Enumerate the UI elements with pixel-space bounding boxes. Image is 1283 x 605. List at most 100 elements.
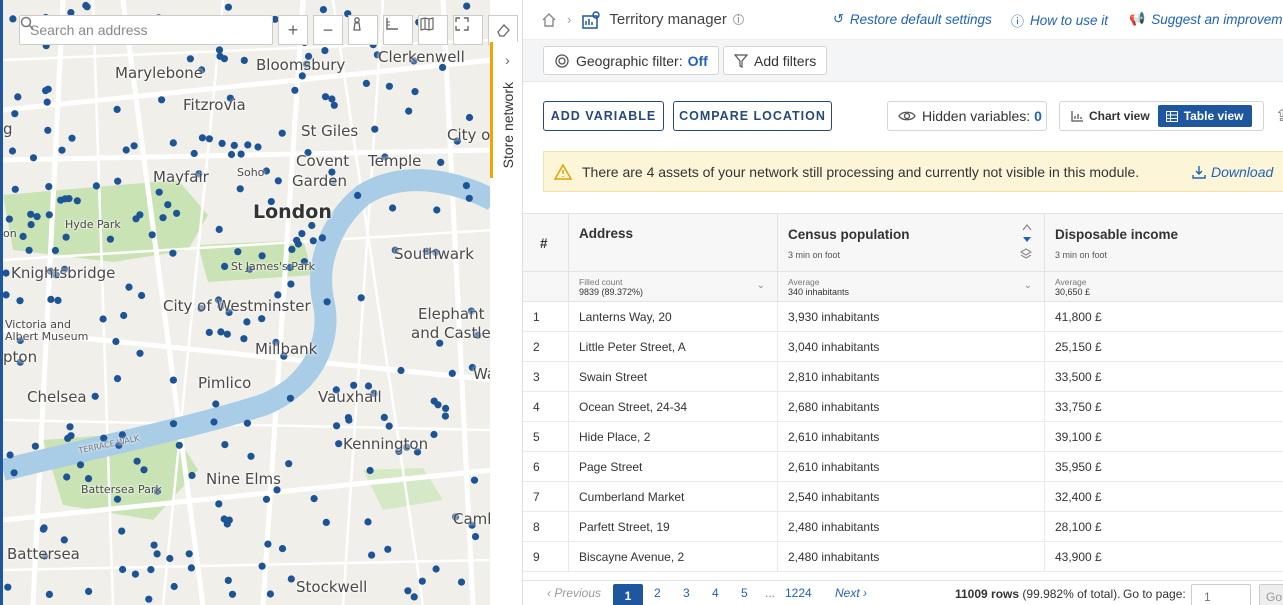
store-marker[interactable] [223, 330, 231, 338]
store-marker[interactable] [215, 500, 223, 508]
store-marker[interactable] [10, 469, 18, 477]
page-3-button[interactable]: 3 [683, 586, 690, 600]
store-marker[interactable] [430, 430, 438, 439]
table-row[interactable]: 7 Cumberland Market 2,540 inhabitants 32,40… [523, 482, 1283, 512]
store-marker[interactable] [43, 98, 51, 106]
summary-census[interactable]: Average 340 inhabitants ⌄ [778, 272, 1045, 301]
store-marker[interactable] [6, 451, 14, 459]
store-marker[interactable] [66, 423, 74, 431]
store-marker[interactable] [153, 550, 161, 558]
store-marker[interactable] [57, 196, 65, 204]
summary-address[interactable]: Filled count 9839 (89.372%) ⌄ [569, 272, 778, 301]
store-marker[interactable] [186, 55, 194, 63]
store-marker[interactable] [258, 252, 266, 260]
store-marker[interactable] [321, 93, 330, 101]
store-marker[interactable] [159, 214, 167, 222]
store-marker[interactable] [8, 147, 17, 155]
store-marker[interactable] [120, 311, 128, 320]
store-marker[interactable] [119, 565, 127, 574]
table-row[interactable]: 3 Swain Street 2,810 inhabitants 33,500 £ [523, 362, 1283, 392]
store-marker[interactable] [136, 211, 144, 219]
store-marker[interactable] [287, 575, 295, 583]
store-marker[interactable] [118, 527, 126, 535]
store-marker[interactable] [471, 533, 480, 541]
store-marker[interactable] [442, 404, 450, 412]
restore-defaults-link[interactable]: ↺ Restore default settings [833, 11, 992, 27]
store-marker[interactable] [465, 113, 474, 122]
store-marker[interactable] [357, 294, 365, 302]
store-marker[interactable] [113, 375, 122, 383]
store-marker[interactable] [147, 566, 155, 574]
store-marker[interactable] [463, 2, 471, 10]
store-marker[interactable] [198, 134, 206, 142]
store-marker[interactable] [45, 211, 53, 219]
store-marker[interactable] [237, 150, 245, 158]
store-marker[interactable] [215, 46, 224, 54]
store-marker[interactable] [286, 394, 294, 402]
store-marker[interactable] [45, 590, 54, 599]
store-marker[interactable] [217, 328, 225, 336]
store-marker[interactable] [318, 234, 326, 242]
store-marker[interactable] [27, 210, 35, 218]
store-marker[interactable] [278, 129, 286, 137]
store-marker[interactable] [293, 236, 301, 244]
store-marker[interactable] [310, 495, 318, 503]
store-marker[interactable] [166, 554, 174, 563]
store-marker[interactable] [62, 233, 70, 241]
store-marker[interactable] [5, 215, 13, 223]
compare-location-button[interactable]: COMPARE LOCATION [673, 101, 832, 131]
store-marker[interactable] [371, 125, 379, 133]
store-marker[interactable] [112, 337, 120, 346]
page-2-button[interactable]: 2 [654, 586, 661, 600]
store-marker[interactable] [67, 432, 75, 440]
map-search-input[interactable]: Search an address [19, 15, 273, 45]
store-marker[interactable] [366, 466, 374, 475]
store-marker[interactable] [3, 291, 10, 299]
store-marker[interactable] [368, 551, 376, 559]
store-marker[interactable] [210, 418, 218, 426]
store-marker[interactable] [243, 318, 251, 326]
store-marker[interactable] [244, 141, 252, 149]
store-marker[interactable] [462, 182, 470, 190]
store-marker[interactable] [130, 142, 138, 150]
store-marker[interactable] [430, 397, 438, 405]
download-link[interactable]: Download [1192, 164, 1273, 180]
store-marker[interactable] [148, 231, 156, 239]
store-marker[interactable] [60, 536, 68, 544]
store-marker[interactable] [278, 545, 287, 553]
store-marker[interactable] [169, 376, 177, 384]
store-marker[interactable] [240, 335, 248, 343]
store-marker[interactable] [114, 177, 122, 185]
how-to-use-link[interactable]: ⓘ How to use it [1011, 11, 1108, 30]
store-marker[interactable] [411, 88, 419, 96]
store-marker[interactable] [364, 518, 372, 526]
store-marker[interactable] [44, 126, 52, 134]
store-marker[interactable] [173, 209, 181, 217]
chevron-down-icon[interactable]: ⌄ [1024, 280, 1032, 291]
store-marker[interactable] [230, 141, 238, 149]
last-page-button[interactable]: 1224 [785, 586, 812, 600]
store-marker[interactable] [385, 422, 393, 430]
store-marker[interactable] [170, 582, 178, 591]
store-marker[interactable] [243, 419, 251, 427]
store-marker[interactable] [470, 476, 479, 484]
store-marker[interactable] [185, 550, 193, 558]
store-marker[interactable] [9, 15, 17, 23]
store-marker[interactable] [205, 328, 213, 336]
table-row[interactable]: 1 Lanterns Way, 20 3,930 inhabitants 41,800… [523, 302, 1283, 332]
store-marker[interactable] [385, 82, 393, 90]
store-marker[interactable] [254, 143, 262, 151]
header-census-population[interactable]: Census population 3 min on foot [778, 214, 1045, 271]
store-marker[interactable] [138, 291, 146, 300]
store-marker[interactable] [158, 96, 166, 104]
store-marker[interactable] [309, 237, 317, 245]
store-marker[interactable] [150, 541, 158, 549]
store-marker[interactable] [247, 452, 255, 460]
store-marker[interactable] [433, 206, 441, 214]
store-marker[interactable] [330, 101, 338, 109]
store-marker[interactable] [457, 578, 466, 586]
store-marker[interactable] [113, 495, 122, 503]
store-marker[interactable] [83, 3, 91, 11]
header-disposable-income[interactable]: Disposable income 3 min on foot [1045, 214, 1283, 271]
store-network-tab[interactable]: › Store network [490, 42, 522, 178]
